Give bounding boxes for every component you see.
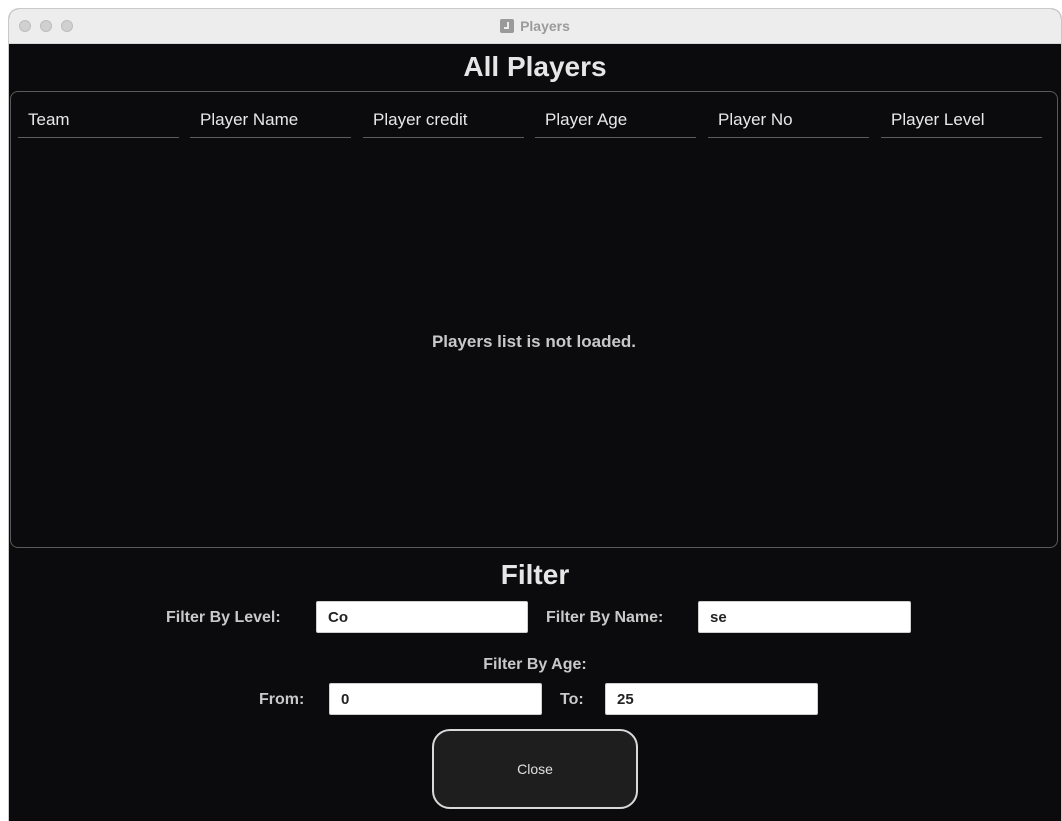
window-title-group: Players	[9, 9, 1061, 43]
filter-level-label: Filter By Level:	[166, 609, 281, 626]
empty-table-message: Players list is not loaded.	[431, 332, 637, 351]
players-table[interactable]: Team Player Name Player credit Player Ag…	[10, 91, 1058, 548]
filter-name-label: Filter By Name:	[546, 609, 664, 626]
players-window: Players All Players Team Player Name Pla…	[9, 9, 1061, 821]
age-from-input[interactable]	[329, 683, 542, 715]
column-header-team[interactable]: Team	[18, 108, 179, 138]
filter-age-label: Filter By Age:	[483, 656, 587, 673]
page-title: All Players	[463, 51, 607, 82]
age-to-label: To:	[560, 691, 584, 708]
column-header-player-name[interactable]: Player Name	[190, 108, 351, 138]
column-header-player-level[interactable]: Player Level	[881, 108, 1042, 138]
column-header-player-credit[interactable]: Player credit	[363, 108, 524, 138]
window-title: Players	[520, 18, 570, 34]
filter-name-input[interactable]	[698, 601, 911, 633]
filter-heading: Filter	[500, 559, 570, 590]
column-header-player-age[interactable]: Player Age	[535, 108, 696, 138]
age-to-input[interactable]	[605, 683, 818, 715]
column-header-player-no[interactable]: Player No	[708, 108, 869, 138]
age-from-label: From:	[259, 691, 305, 708]
filter-level-input[interactable]	[316, 601, 528, 633]
close-button[interactable]: Close	[432, 729, 638, 809]
title-bar[interactable]: Players	[9, 9, 1061, 44]
app-icon	[500, 19, 515, 33]
